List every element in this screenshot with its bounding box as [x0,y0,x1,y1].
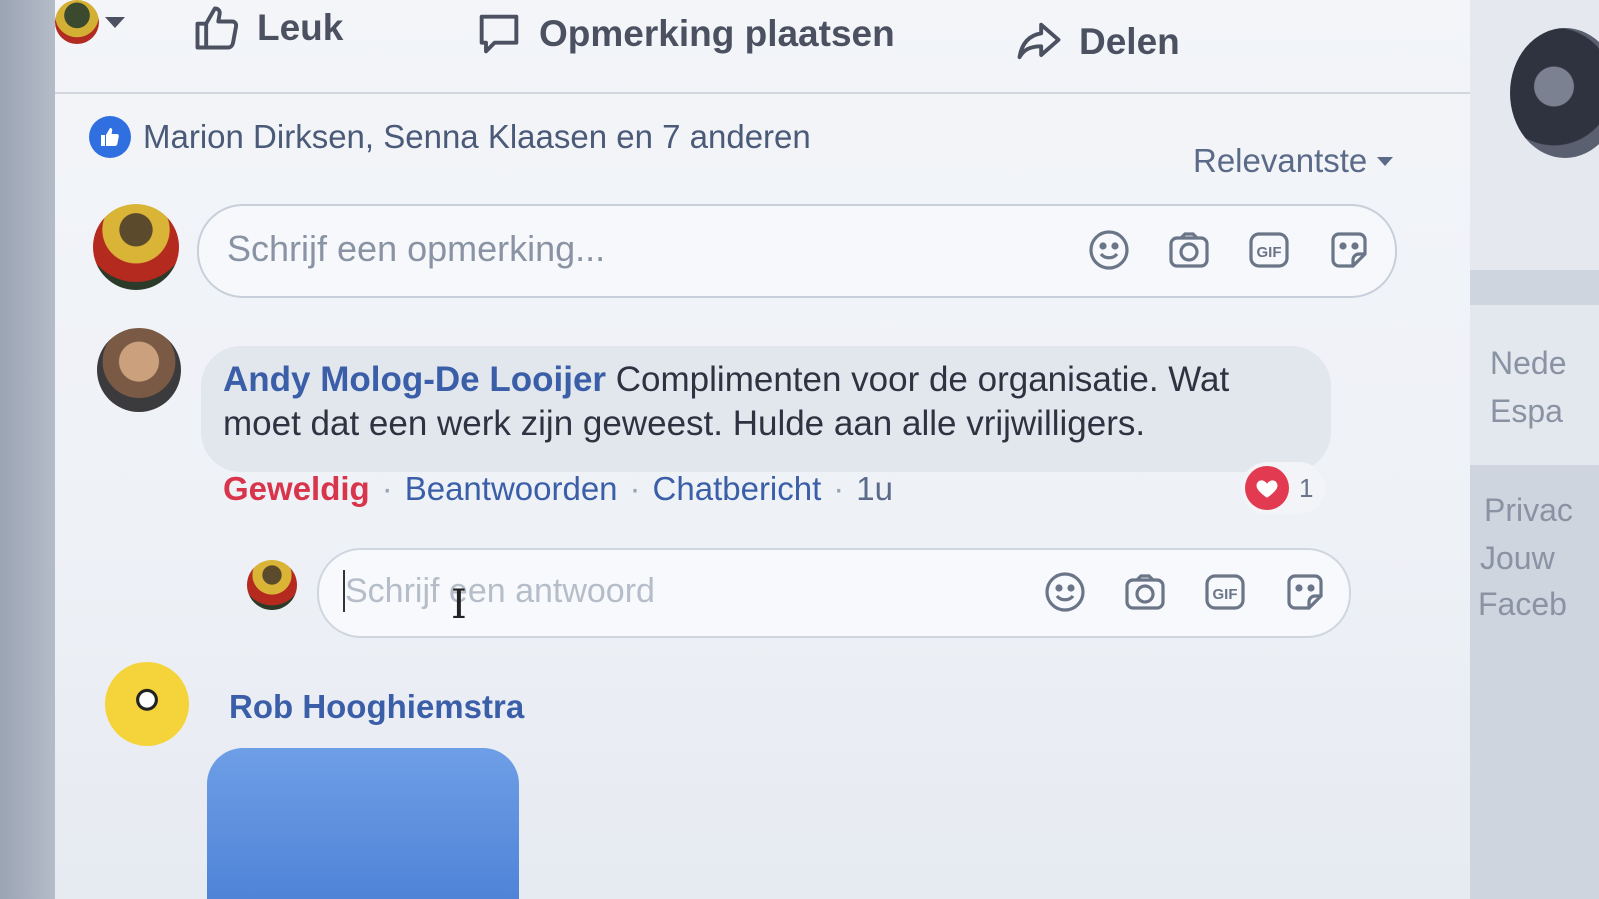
sticker-icon[interactable] [1281,568,1329,616]
sidebar-panel [1470,0,1599,270]
share-arrow-icon [1017,22,1061,60]
svg-text:GIF: GIF [1213,586,1238,603]
reaction-count: 1 [1299,472,1314,503]
post-card: Leuk Opmerking plaatsen Delen Marion Dir… [55,0,1470,899]
current-user-avatar [93,204,179,290]
share-button[interactable]: Delen [1013,16,1180,68]
chevron-down-icon [105,16,125,28]
text-caret [343,570,345,612]
reply-input[interactable]: Schrijf een antwoord I GIF [317,548,1351,638]
sticker-icon[interactable] [1325,226,1373,274]
sidebar-avatar[interactable] [1510,28,1599,158]
comment-input-tools: GIF [1085,226,1373,274]
camera-icon[interactable] [1165,226,1213,274]
post-action-bar: Leuk Opmerking plaatsen Delen [55,0,1470,94]
footer-link[interactable]: Faceb [1478,586,1567,623]
speech-bubble-icon [479,14,519,54]
comment-input-placeholder: Schrijf een opmerking... [227,228,606,269]
comment-reaction-count[interactable]: 1 [1241,462,1326,514]
separator: · [629,470,641,507]
like-button[interactable]: Leuk [191,2,343,54]
message-link[interactable]: Chatbericht [653,470,822,508]
camera-icon[interactable] [1121,568,1169,616]
footer-link[interactable]: Jouw [1480,540,1555,577]
left-gutter [0,0,55,899]
reaction-link[interactable]: Geweldig [223,470,370,508]
comment-timestamp[interactable]: 1u [856,470,893,508]
reply-link[interactable]: Beantwoorden [405,470,618,508]
language-link[interactable]: Espa [1490,393,1563,430]
language-panel: Nede Espa [1470,305,1599,465]
comment-body: Andy Molog-De Looijer Complimenten voor … [223,358,1303,446]
comment-button[interactable]: Opmerking plaatsen [473,8,895,60]
right-sidebar: Nede Espa Privac Jouw Faceb [1470,0,1599,899]
comment-actions: Geweldig · Beantwoorden · Chatbericht · … [223,470,893,508]
comment-author-avatar[interactable] [97,328,181,412]
comment-sort-dropdown[interactable]: Relevantste [1193,142,1394,180]
ibeam-cursor-icon: I [451,582,467,628]
share-button-label: Delen [1079,21,1180,62]
current-user-avatar [247,560,297,610]
comment-input[interactable]: Schrijf een opmerking... GIF [197,204,1397,298]
separator: · [381,470,393,507]
heart-icon [1245,466,1289,510]
comment-author-link[interactable]: Andy Molog-De Looijer [223,360,606,399]
smiley-icon[interactable] [1085,226,1133,274]
like-button-label: Leuk [257,7,344,48]
comment-author-link[interactable]: Rob Hooghiemstra [229,688,524,726]
language-link[interactable]: Nede [1490,345,1567,382]
comment-sort-label: Relevantste [1193,142,1368,179]
comment-author-avatar[interactable] [105,662,189,746]
likes-summary[interactable]: Marion Dirksen, Senna Klaasen en 7 ander… [89,116,811,158]
reply-input-placeholder: Schrijf een antwoord [345,572,655,610]
comment-bubble: Andy Molog-De Looijer Complimenten voor … [201,346,1331,472]
gif-icon[interactable]: GIF [1245,226,1293,274]
footer-link[interactable]: Privac [1484,492,1573,529]
like-reaction-icon [89,116,131,158]
smiley-icon[interactable] [1041,568,1089,616]
thumbs-up-icon [195,6,239,50]
svg-text:GIF: GIF [1257,244,1282,261]
gif-icon[interactable]: GIF [1201,568,1249,616]
comment-attachment[interactable] [207,748,519,899]
reply-input-tools: GIF [1041,568,1329,616]
comment-button-label: Opmerking plaatsen [539,13,895,54]
chevron-down-icon [1377,156,1394,166]
separator: · [833,470,845,507]
likes-summary-text: Marion Dirksen, Senna Klaasen en 7 ander… [143,118,811,155]
profile-avatar [55,0,99,44]
